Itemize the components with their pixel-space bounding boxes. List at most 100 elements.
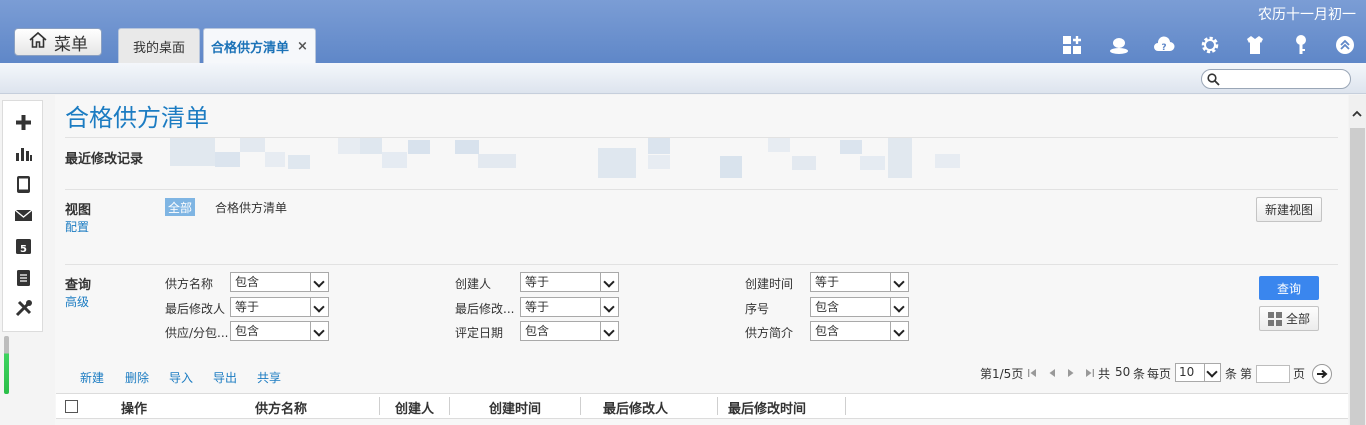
select-all-checkbox[interactable] [65, 400, 78, 413]
calendar-icon[interactable]: 5 [13, 236, 33, 256]
scroll-up-icon[interactable] [1351, 108, 1363, 120]
query-field-label: 创建人 [455, 277, 492, 291]
select-value: 包含 [815, 324, 840, 338]
tab-label: 合格供方清单 [211, 40, 290, 56]
last-page-icon[interactable] [1085, 367, 1095, 379]
query-operator-select[interactable]: 包含 [520, 321, 619, 341]
new-action[interactable]: 新建 [80, 369, 104, 386]
close-icon[interactable]: × [297, 39, 308, 54]
column-divider[interactable] [845, 397, 846, 415]
search-input[interactable] [1201, 69, 1351, 89]
chevron-down-icon [890, 298, 908, 316]
tab-my-desktop[interactable]: 我的桌面 [118, 28, 200, 63]
plus-icon[interactable] [13, 112, 33, 132]
query-operator-select[interactable]: 等于 [230, 297, 329, 317]
chevron-down-icon [310, 273, 328, 291]
column-header[interactable]: 最后修改人 [603, 398, 668, 417]
search-button-label: 查询 [1276, 281, 1301, 296]
column-header[interactable]: 最后修改时间 [728, 398, 806, 417]
query-field-label: 创建时间 [745, 277, 794, 291]
column-header[interactable]: 供方名称 [255, 398, 307, 417]
chevron-down-icon [600, 273, 618, 291]
search-strip [0, 63, 1366, 94]
menu-label: 菜单 [54, 34, 88, 55]
cloud-help-icon[interactable]: ? [1152, 33, 1176, 57]
go-page-button[interactable] [1312, 364, 1332, 384]
add-widget-icon[interactable] [1060, 33, 1084, 57]
gear-icon[interactable] [1198, 33, 1222, 57]
user-icon[interactable] [1107, 33, 1131, 57]
column-divider[interactable] [717, 397, 718, 415]
query-operator-select[interactable]: 等于 [520, 297, 619, 317]
view-name[interactable]: 合格供方清单 [215, 199, 287, 216]
per-page-suffix: 条 [1225, 367, 1238, 381]
shirt-icon[interactable] [1243, 33, 1267, 57]
collapse-up-icon[interactable] [1333, 33, 1357, 57]
column-divider[interactable] [580, 397, 581, 415]
next-page-icon[interactable] [1066, 367, 1076, 379]
column-header[interactable]: 创建人 [395, 398, 434, 417]
query-operator-select[interactable]: 等于 [520, 272, 619, 292]
page-info: 第1/5页 [980, 367, 1024, 381]
scrollbar-thumb[interactable] [1350, 128, 1365, 425]
query-operator-select[interactable]: 包含 [810, 321, 909, 341]
total-prefix: 共 [1098, 367, 1111, 381]
chevron-down-icon [310, 298, 328, 316]
search-button[interactable]: 查询 [1259, 276, 1319, 300]
advanced-link[interactable]: 高级 [65, 293, 89, 310]
chevron-down-icon [600, 322, 618, 340]
page-size-value: 10 [1179, 365, 1195, 379]
query-field-label: 序号 [745, 302, 770, 316]
chevron-down-icon [1204, 364, 1220, 381]
svg-text:5: 5 [20, 244, 27, 255]
mail-icon[interactable] [13, 205, 33, 225]
chevron-down-icon [890, 273, 908, 291]
show-all-button[interactable]: 全部 [1259, 306, 1319, 331]
select-value: 包含 [525, 324, 550, 338]
query-field-label: 评定日期 [455, 326, 504, 340]
tablet-icon[interactable] [13, 174, 33, 194]
tab-label: 我的桌面 [132, 40, 185, 56]
select-value: 等于 [815, 275, 840, 289]
menu-button[interactable]: 菜单 [14, 28, 102, 56]
query-operator-select[interactable]: 包含 [810, 297, 909, 317]
prev-page-icon[interactable] [1047, 367, 1057, 379]
query-operator-select[interactable]: 等于 [810, 272, 909, 292]
query-operator-select[interactable]: 包含 [230, 321, 329, 341]
export-action[interactable]: 导出 [213, 369, 237, 386]
select-value: 包含 [235, 275, 260, 289]
config-link[interactable]: 配置 [65, 218, 89, 235]
tools-icon[interactable] [13, 298, 33, 318]
column-divider[interactable] [379, 397, 380, 415]
column-header[interactable]: 创建时间 [489, 398, 541, 417]
first-page-icon[interactable] [1027, 367, 1037, 379]
view-all-badge[interactable]: 全部 [165, 198, 195, 216]
clipboard-icon[interactable] [13, 267, 33, 287]
goto-page-input[interactable] [1256, 365, 1290, 383]
divider [65, 264, 1338, 265]
bar-chart-icon[interactable] [13, 143, 33, 163]
tab-qualified-suppliers[interactable]: 合格供方清单 × [203, 28, 316, 63]
progress-indicator [4, 336, 9, 394]
query-operator-select[interactable]: 包含 [230, 272, 329, 292]
chevron-down-icon [600, 298, 618, 316]
share-action[interactable]: 共享 [257, 369, 281, 386]
search-icon [1207, 73, 1220, 86]
import-action[interactable]: 导入 [169, 369, 193, 386]
select-value: 包含 [235, 324, 260, 338]
svg-text:?: ? [1161, 43, 1166, 53]
query-label: 查询 [65, 278, 92, 293]
delete-action[interactable]: 删除 [125, 369, 149, 386]
query-field-label: 最后修改人 [165, 302, 226, 316]
select-value: 包含 [815, 300, 840, 314]
query-field-label: 供方名称 [165, 277, 214, 291]
total-suffix: 条 [1133, 367, 1146, 381]
chevron-down-icon [890, 322, 908, 340]
goto-prefix: 第 [1240, 367, 1253, 381]
column-divider[interactable] [449, 397, 450, 415]
column-header[interactable]: 操作 [121, 398, 147, 417]
grid-icon [1267, 311, 1282, 326]
key-icon[interactable] [1289, 33, 1313, 57]
page-size-select[interactable]: 10 [1175, 363, 1221, 382]
new-view-button[interactable]: 新建视图 [1256, 197, 1322, 222]
